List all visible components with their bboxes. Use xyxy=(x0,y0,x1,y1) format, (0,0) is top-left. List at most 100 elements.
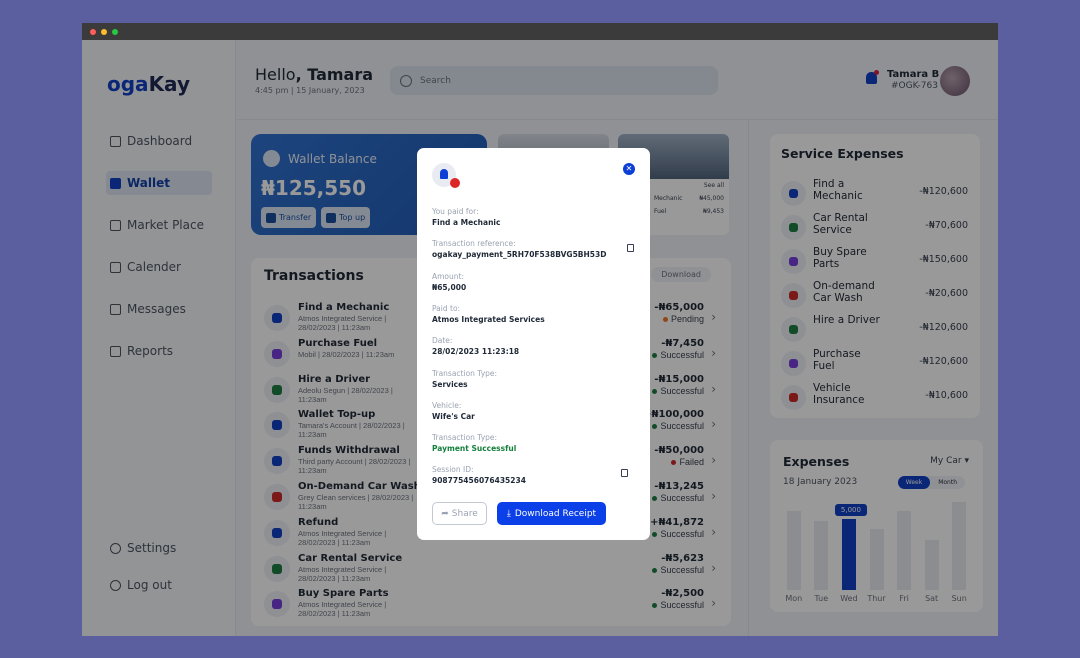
sidebar-item-label: Wallet xyxy=(127,176,171,190)
top-up-button[interactable]: Top up xyxy=(321,207,371,228)
transaction-name: On-Demand Car Wash xyxy=(298,481,421,492)
service-name: Find a Mechanic xyxy=(813,178,863,202)
logo-suffix: Kay xyxy=(148,72,190,96)
field-value: Wife's Car xyxy=(432,411,475,421)
chevron-right-icon[interactable]: › xyxy=(711,417,716,431)
transaction-status: Successful xyxy=(652,565,704,575)
bar-mon[interactable] xyxy=(786,510,801,590)
bar-fri[interactable] xyxy=(897,510,912,590)
vehicle-select[interactable]: My Car ▾ xyxy=(930,456,969,466)
transaction-row[interactable]: Car Rental Service Atmos Integrated Serv… xyxy=(264,553,718,587)
bar-tue[interactable] xyxy=(814,520,829,590)
field-label: Paid to: xyxy=(432,303,461,313)
bar-wed[interactable] xyxy=(841,519,856,590)
search-placeholder: Search xyxy=(420,75,451,86)
chevron-right-icon[interactable]: › xyxy=(711,346,716,360)
close-window-button[interactable] xyxy=(90,28,96,35)
minimize-window-button[interactable] xyxy=(101,28,107,35)
car-expense-name: Mechanic xyxy=(654,195,683,202)
download-receipt-button[interactable]: ⤓ Download Receipt xyxy=(497,502,606,525)
transaction-name: Find a Mechanic xyxy=(298,302,390,313)
bar-sat[interactable] xyxy=(924,540,939,590)
service-expense-row[interactable]: Find a Mechanic -₦120,600 xyxy=(781,178,968,212)
service-expense-row[interactable]: Car Rental Service -₦70,600 xyxy=(781,212,968,246)
field-label: Vehicle: xyxy=(432,400,462,410)
mechanic-icon xyxy=(432,163,460,188)
chevron-right-icon[interactable]: › xyxy=(711,453,716,467)
search-input[interactable]: Search xyxy=(390,66,718,95)
wallet-icon xyxy=(263,150,280,167)
close-icon[interactable]: ✕ xyxy=(623,163,635,175)
chevron-right-icon[interactable]: › xyxy=(711,310,716,324)
sidebar-item-log-out[interactable]: Log out xyxy=(106,573,212,597)
service-expense-row[interactable]: On-demand Car Wash -₦20,600 xyxy=(781,280,968,314)
copy-icon[interactable] xyxy=(627,244,634,253)
x-tick-label: Thur xyxy=(867,594,886,603)
service-expense-row[interactable]: Vehicle Insurance -₦10,600 xyxy=(781,382,968,416)
transaction-details: Atmos Integrated Service | 28/02/2023 | … xyxy=(298,314,387,332)
sidebar-item-settings[interactable]: Settings xyxy=(106,536,212,560)
transaction-row[interactable]: Buy Spare Parts Atmos Integrated Service… xyxy=(264,588,718,622)
car-expense-amount: ₦9,453 xyxy=(703,208,724,215)
transaction-name: Buy Spare Parts xyxy=(298,588,389,600)
field-value: ₦65,000 xyxy=(432,282,467,292)
transaction-icon xyxy=(264,448,290,475)
bar-sun[interactable] xyxy=(952,502,967,590)
x-tick-label: Tue xyxy=(814,594,829,603)
transaction-name: Hire a Driver xyxy=(298,373,371,385)
chevron-right-icon[interactable]: › xyxy=(711,525,716,539)
transaction-icon xyxy=(264,519,290,546)
car-expense-amount: ₦45,000 xyxy=(699,195,724,202)
chevron-right-icon[interactable]: › xyxy=(711,489,716,503)
grid-icon xyxy=(110,135,121,147)
share-button[interactable]: ➦ Share xyxy=(432,502,487,525)
sidebar-item-dashboard[interactable]: Dashboard xyxy=(106,129,212,153)
logo[interactable]: ogaKay xyxy=(107,72,190,96)
download-button[interactable]: Download xyxy=(651,267,711,282)
period-toggle: Week Month xyxy=(897,476,965,489)
sidebar-item-label: Messages xyxy=(127,302,186,316)
transaction-icon xyxy=(264,340,290,367)
field-label: Transaction Type: xyxy=(432,368,498,378)
transaction-status: Successful xyxy=(652,493,704,503)
sidebar-item-messages[interactable]: Messages xyxy=(106,297,212,321)
sidebar-item-calender[interactable]: Calender xyxy=(106,255,212,279)
service-amount: -₦120,600 xyxy=(919,186,968,197)
sidebar-item-label: Settings xyxy=(127,541,177,555)
chevron-right-icon[interactable]: › xyxy=(711,382,716,396)
transaction-details: Atmos Integrated Service | 28/02/2023 | … xyxy=(298,528,387,547)
chevron-down-icon: ▾ xyxy=(964,456,969,466)
current-datetime: 4:45 pm | 15 January, 2023 xyxy=(255,86,365,95)
transaction-name: Refund xyxy=(298,516,339,528)
service-expense-row[interactable]: Purchase Fuel -₦120,600 xyxy=(781,348,968,382)
notification-bell-icon[interactable] xyxy=(866,70,879,84)
week-toggle[interactable]: Week xyxy=(897,476,931,489)
sidebar-item-wallet[interactable]: Wallet xyxy=(106,171,212,195)
service-expense-row[interactable]: Hire a Driver -₦120,600 xyxy=(781,314,968,348)
sidebar-item-reports[interactable]: Reports xyxy=(106,339,212,363)
transaction-details: Mobil | 28/02/2023 | 11:23am xyxy=(298,349,395,359)
transaction-amount: -₦13,245 xyxy=(654,481,704,492)
avatar[interactable] xyxy=(940,66,970,96)
service-name: On-demand Car Wash xyxy=(813,280,875,304)
bar-thur[interactable] xyxy=(869,529,884,590)
transaction-status: Successful xyxy=(652,529,704,539)
month-toggle[interactable]: Month xyxy=(930,476,965,489)
title-bar xyxy=(82,23,998,40)
download-icon: ⤓ xyxy=(506,508,511,519)
maximize-window-button[interactable] xyxy=(112,28,118,35)
sidebar-item-market-place[interactable]: Market Place xyxy=(106,213,212,237)
field-label: You paid for: xyxy=(432,207,479,216)
x-tick-label: Sat xyxy=(925,594,939,603)
service-amount: -₦150,600 xyxy=(919,254,968,265)
transaction-status: Pending xyxy=(663,314,704,324)
chevron-right-icon[interactable]: › xyxy=(711,596,716,610)
transaction-icon xyxy=(264,376,290,403)
greeting: Hello, Tamara xyxy=(255,65,373,84)
see-all-link[interactable]: See all xyxy=(704,182,724,189)
service-expense-row[interactable]: Buy Spare Parts -₦150,600 xyxy=(781,246,968,280)
transfer-button[interactable]: Transfer xyxy=(261,207,317,228)
chevron-right-icon[interactable]: › xyxy=(711,561,716,575)
right-panel: Service Expenses Find a Mechanic -₦120,6… xyxy=(748,120,998,636)
copy-icon[interactable] xyxy=(621,469,628,478)
